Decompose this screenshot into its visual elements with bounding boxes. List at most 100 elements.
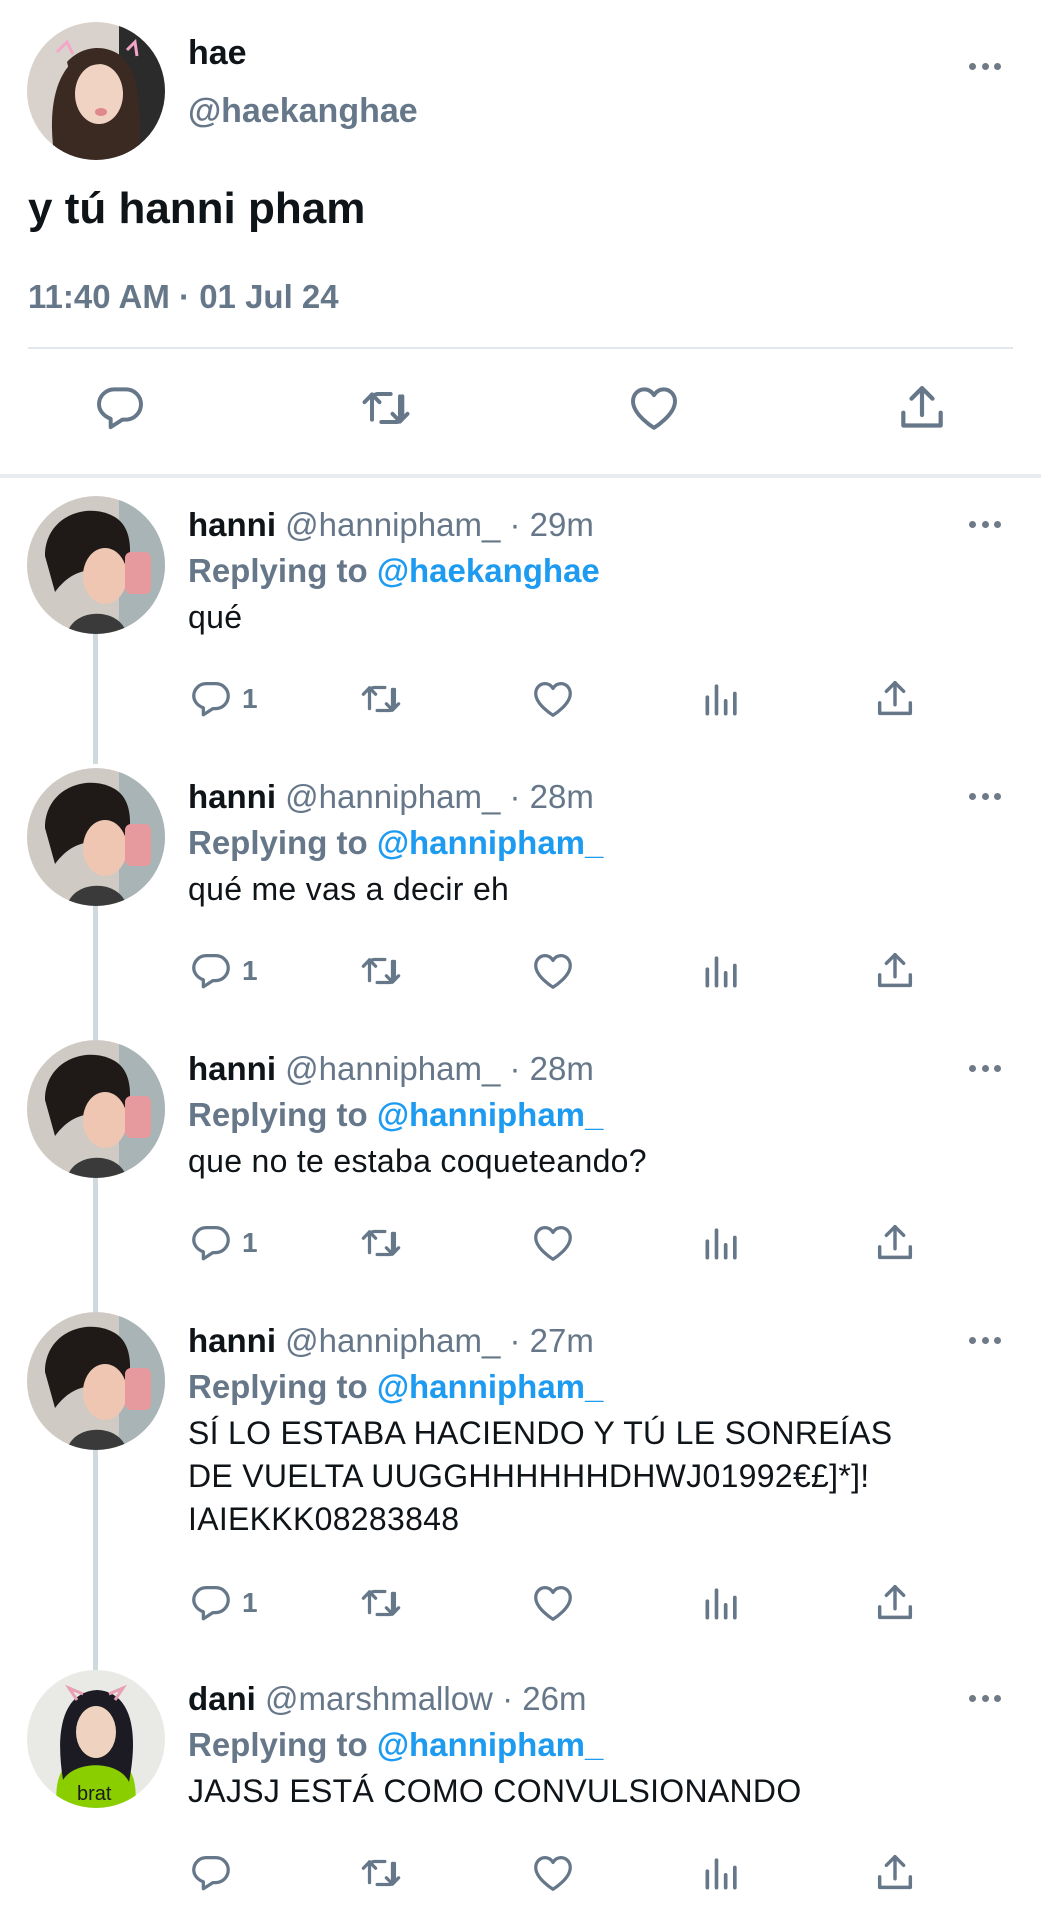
section-separator (0, 474, 1041, 478)
reply-button[interactable]: 1 (188, 674, 258, 724)
reply-author-name[interactable]: hanni (188, 506, 276, 543)
reply-count: 1 (242, 683, 258, 714)
reply-icon (188, 1580, 234, 1626)
reply-text: SÍ LO ESTABA HACIENDO Y TÚ LE SONREÍAS D… (188, 1412, 1008, 1541)
reply-time[interactable]: 28m (530, 778, 594, 815)
separator-dot: · (509, 1322, 521, 1359)
avatar[interactable] (27, 1312, 165, 1450)
reply-icon[interactable] (188, 1848, 234, 1898)
replying-to-link[interactable]: @haekanghae (377, 552, 600, 589)
share-icon[interactable] (872, 946, 918, 996)
share-icon[interactable] (872, 1578, 918, 1628)
retweet-icon[interactable] (356, 1578, 406, 1628)
reply-time[interactable]: 26m (522, 1680, 586, 1717)
reply-icon[interactable] (92, 380, 152, 440)
more-options-icon[interactable] (965, 1688, 1005, 1708)
views-icon[interactable] (700, 1848, 744, 1898)
retweet-icon[interactable] (356, 946, 406, 996)
separator-dot: · (179, 278, 191, 315)
tweet-timestamp: 11:40 AM · 01 Jul 24 (28, 278, 339, 316)
reply-header: hanni @hannipham_ · 28m (188, 1050, 594, 1088)
reply-actions: 1 (0, 946, 1041, 998)
tweet-date: 01 Jul 24 (199, 278, 339, 315)
reply-author-name[interactable]: dani (188, 1680, 256, 1717)
replying-to-label: Replying to (188, 552, 368, 589)
like-icon[interactable] (530, 946, 576, 996)
replying-to-label: Replying to (188, 1368, 368, 1405)
reply-actions: 1 (0, 674, 1041, 726)
like-icon[interactable] (626, 380, 686, 440)
separator-dot: · (502, 1680, 514, 1717)
replying-to: Replying to @hannipham_ (188, 1096, 603, 1134)
replying-to-link[interactable]: @hannipham_ (377, 824, 604, 861)
reply-author-handle[interactable]: @hannipham_ (285, 778, 500, 815)
more-options-icon[interactable] (965, 786, 1005, 806)
reply-author-handle[interactable]: @marshmallow (265, 1680, 493, 1717)
share-icon[interactable] (872, 1848, 918, 1898)
more-options-icon[interactable] (965, 514, 1005, 534)
separator-dot: · (509, 778, 521, 815)
like-icon[interactable] (530, 1218, 576, 1268)
reply-actions: 1 (0, 1578, 1041, 1630)
avatar[interactable] (27, 496, 165, 634)
replying-to-link[interactable]: @hannipham_ (377, 1096, 604, 1133)
retweet-icon[interactable] (356, 1848, 406, 1898)
avatar[interactable] (27, 22, 165, 160)
author-handle[interactable]: @haekanghae (188, 92, 418, 131)
reply-author-name[interactable]: hanni (188, 1322, 276, 1359)
views-icon[interactable] (700, 946, 744, 996)
thread-line (93, 1450, 98, 1672)
tweet-text: y tú hanni pham (28, 184, 366, 233)
reply-time[interactable]: 29m (530, 506, 594, 543)
reply-actions: 1 (0, 1218, 1041, 1270)
views-icon[interactable] (700, 674, 744, 724)
reply-button[interactable]: 1 (188, 1218, 258, 1268)
more-options-icon[interactable] (965, 1058, 1005, 1078)
reply-icon (188, 948, 234, 994)
reply-count: 1 (242, 1227, 258, 1258)
more-options-icon[interactable] (965, 1330, 1005, 1350)
reply-author-name[interactable]: hanni (188, 1050, 276, 1087)
reply-text: qué me vas a decir eh (188, 871, 510, 907)
reply-header: dani @marshmallow · 26m (188, 1680, 586, 1718)
like-icon[interactable] (530, 1578, 576, 1628)
reply-author-handle[interactable]: @hannipham_ (285, 1322, 500, 1359)
reply-text-line: IAIEKKK08283848 (188, 1501, 460, 1537)
main-tweet: hae @haekanghae y tú hanni pham 11:40 AM… (0, 0, 1041, 476)
views-icon[interactable] (700, 1218, 744, 1268)
reply-text-line: SÍ LO ESTABA HACIENDO Y TÚ LE SONREÍAS (188, 1415, 893, 1451)
retweet-icon[interactable] (356, 1218, 406, 1268)
reply-header: hanni @hannipham_ · 29m (188, 506, 594, 544)
share-icon[interactable] (894, 380, 954, 440)
reply-author-name[interactable]: hanni (188, 778, 276, 815)
author-name[interactable]: hae (188, 34, 247, 73)
avatar[interactable] (27, 768, 165, 906)
replying-to: Replying to @hannipham_ (188, 824, 603, 862)
retweet-icon[interactable] (356, 674, 406, 724)
reply-button[interactable]: 1 (188, 1578, 258, 1628)
like-icon[interactable] (530, 674, 576, 724)
share-icon[interactable] (872, 1218, 918, 1268)
tweet-actions (0, 380, 1041, 450)
reply-button[interactable]: 1 (188, 946, 258, 996)
reply-time[interactable]: 28m (530, 1050, 594, 1087)
avatar[interactable] (27, 1040, 165, 1178)
reply-count: 1 (242, 955, 258, 986)
separator-dot: · (509, 506, 521, 543)
reply-actions (0, 1848, 1041, 1900)
views-icon[interactable] (700, 1578, 744, 1628)
like-icon[interactable] (530, 1848, 576, 1898)
tweet-time: 11:40 AM (28, 278, 170, 315)
reply-text-line: DE VUELTA UUGGHHHHHHDHWJ01992€£]*]! (188, 1458, 870, 1494)
reply-time[interactable]: 27m (530, 1322, 594, 1359)
reply-author-handle[interactable]: @hannipham_ (285, 1050, 500, 1087)
reply-author-handle[interactable]: @hannipham_ (285, 506, 500, 543)
share-icon[interactable] (872, 674, 918, 724)
more-options-icon[interactable] (965, 56, 1005, 76)
retweet-icon[interactable] (356, 380, 416, 440)
reply-header: hanni @hannipham_ · 28m (188, 778, 594, 816)
replying-to-link[interactable]: @hannipham_ (377, 1368, 604, 1405)
divider (28, 347, 1013, 349)
avatar[interactable]: brat (27, 1670, 165, 1808)
replying-to-link[interactable]: @hannipham_ (377, 1726, 604, 1763)
